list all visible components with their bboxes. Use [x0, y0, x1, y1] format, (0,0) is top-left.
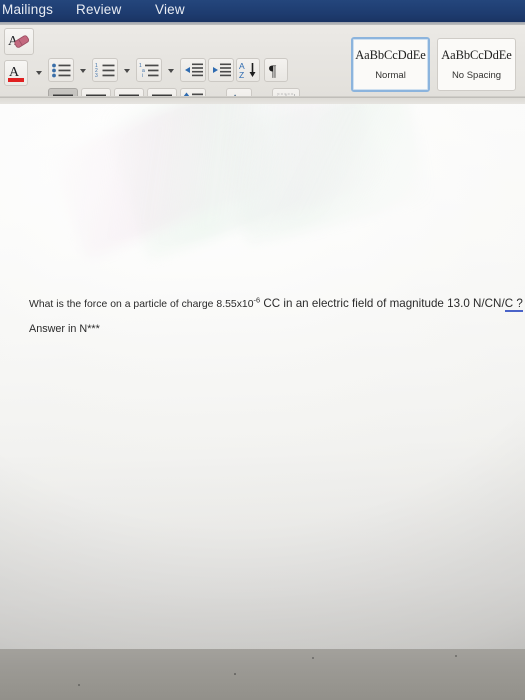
sort-button[interactable]: A Z [236, 58, 260, 82]
multilevel-list-button[interactable]: 1 a i [136, 58, 162, 82]
show-formatting-marks-button[interactable]: ¶ [264, 58, 288, 82]
question-line: What is the force on a particle of charg… [29, 296, 523, 312]
screenshot-root: Mailings Review View A A 1 2 3 1 a i A Z… [0, 0, 525, 700]
svg-text:A: A [9, 65, 20, 80]
numbered-list-icon: 1 2 3 [95, 63, 114, 79]
question-text-part2: CC in an electric field of magnitude 13.… [260, 297, 505, 310]
page-vignette [0, 104, 525, 649]
multilevel-list-caret[interactable] [168, 69, 174, 73]
style-normal-label: Normal [375, 70, 406, 81]
svg-text:3: 3 [95, 73, 98, 79]
svg-text:Z: Z [239, 70, 244, 79]
screen-glare [218, 104, 432, 246]
dust-speck [312, 657, 315, 660]
spellcheck-marked-text[interactable]: C ? [504, 297, 523, 312]
dust-speck [455, 655, 457, 657]
ribbon-tab-bar: Mailings Review View [0, 0, 525, 22]
desk-surface [0, 649, 525, 700]
tab-mailings[interactable]: Mailings [2, 2, 53, 17]
clear-formatting-icon: A [8, 34, 30, 49]
text-highlight-color-button[interactable]: A [4, 60, 28, 86]
style-no-spacing-sample: AaBbCcDdEe [441, 48, 512, 62]
ribbon-toolbar: A A 1 2 3 1 a i A Z ¶ AaBbCcDdEe Normal … [0, 25, 525, 113]
style-no-spacing[interactable]: AaBbCcDdEe No Spacing [437, 38, 516, 91]
svg-text:i: i [142, 73, 143, 79]
increase-indent-icon [212, 63, 231, 77]
screen-glare [47, 104, 283, 260]
text-highlight-color-caret[interactable] [36, 71, 42, 75]
pilcrow-icon: ¶ [269, 63, 277, 79]
highlight-color-icon: A [8, 65, 24, 82]
sort-az-icon: A Z [239, 61, 256, 79]
screen-glare [102, 104, 388, 259]
bullets-button[interactable] [48, 58, 74, 82]
answer-prompt-line: Answer in N*** [29, 323, 100, 335]
document-page[interactable]: What is the force on a particle of charg… [0, 104, 525, 649]
multilevel-list-icon: 1 a i [139, 63, 158, 79]
dust-speck [78, 684, 80, 686]
numbering-caret[interactable] [124, 69, 130, 73]
style-no-spacing-label: No Spacing [451, 70, 502, 81]
bullets-caret[interactable] [80, 69, 86, 73]
style-normal-sample: AaBbCcDdEe [355, 48, 426, 62]
decrease-indent-icon [184, 63, 203, 77]
question-text-part1: What is the force on a particle of charg… [29, 299, 254, 310]
clear-formatting-button[interactable]: A [4, 28, 34, 55]
decrease-indent-button[interactable] [180, 58, 206, 82]
bullet-list-icon [51, 63, 70, 77]
tab-view[interactable]: View [155, 2, 185, 17]
tab-review[interactable]: Review [76, 2, 121, 17]
svg-text:¶: ¶ [269, 63, 277, 79]
style-normal[interactable]: AaBbCcDdEe Normal [351, 37, 430, 92]
dust-speck [234, 673, 236, 675]
numbering-button[interactable]: 1 2 3 [92, 58, 118, 82]
increase-indent-button[interactable] [208, 58, 234, 82]
